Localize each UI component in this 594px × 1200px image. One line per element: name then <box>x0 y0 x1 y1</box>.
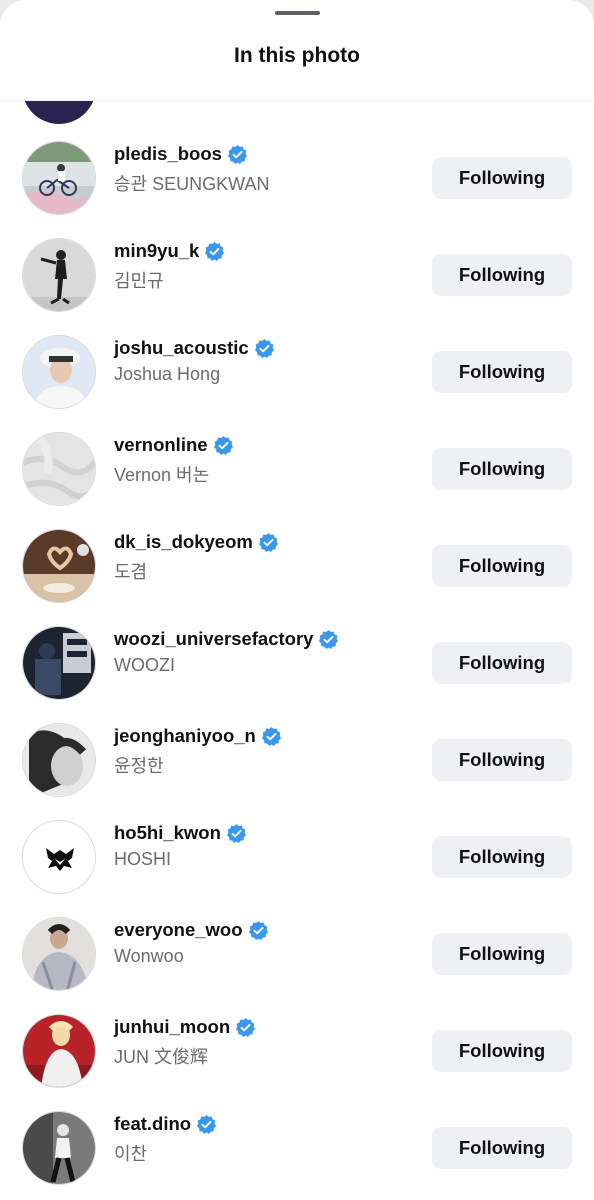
user-names: min9yu_k 김민규 <box>114 238 414 293</box>
username[interactable]: jeonghaniyoo_n <box>114 725 256 747</box>
following-button[interactable]: Following <box>432 351 572 393</box>
full-name: 이찬 <box>114 1144 148 1164</box>
avatar[interactable] <box>22 917 96 991</box>
list-item[interactable]: joshu_acoustic Joshua Hong Following <box>0 335 594 432</box>
full-name: Wonwoo <box>114 946 184 966</box>
avatar[interactable] <box>22 723 96 797</box>
following-button[interactable]: Following <box>432 836 572 878</box>
following-button[interactable]: Following <box>432 448 572 490</box>
list-item[interactable]: feat.dino 이찬 Following <box>0 1111 594 1200</box>
user-names: pledis_boos 승관 SEUNGKWAN <box>114 141 414 196</box>
full-name: HOSHI <box>114 849 172 869</box>
avatar[interactable] <box>22 141 96 215</box>
username[interactable]: min9yu_k <box>114 240 199 262</box>
verified-badge-icon <box>213 435 233 455</box>
user-names: vernonline Vernon 버논 <box>114 432 414 487</box>
avatar[interactable] <box>22 432 96 506</box>
list-item[interactable]: vernonline Vernon 버논 Following <box>0 432 594 529</box>
list-item[interactable]: woozi_universefactory WOOZI Following <box>0 626 594 723</box>
following-button[interactable]: Following <box>432 642 572 684</box>
following-button[interactable]: Following <box>432 739 572 781</box>
username[interactable]: woozi_universefactory <box>114 628 313 650</box>
full-name: 승관 SEUNGKWAN <box>114 174 270 194</box>
verified-badge-icon <box>248 920 268 940</box>
user-names: feat.dino 이찬 <box>114 1111 414 1166</box>
full-name: Joshua Hong <box>114 364 221 384</box>
verified-badge-icon <box>254 338 274 358</box>
tagged-people-sheet: pledis_boos 승관 SEUNGKWAN Following min9y… <box>0 0 594 1200</box>
list-item[interactable]: dk_is_dokyeom 도겸 Following <box>0 529 594 626</box>
avatar[interactable] <box>22 335 96 409</box>
user-names: everyone_woo Wonwoo <box>114 917 414 967</box>
username[interactable]: junhui_moon <box>114 1016 230 1038</box>
following-button[interactable]: Following <box>432 1127 572 1169</box>
full-name: 윤정한 <box>114 756 164 776</box>
avatar[interactable] <box>22 529 96 603</box>
username[interactable]: feat.dino <box>114 1113 191 1135</box>
avatar[interactable] <box>22 820 96 894</box>
username[interactable]: pledis_boos <box>114 143 222 165</box>
page-title: In this photo <box>234 44 360 67</box>
verified-badge-icon <box>205 241 225 261</box>
list-item[interactable]: everyone_woo Wonwoo Following <box>0 917 594 1014</box>
full-name: Vernon 버논 <box>114 465 210 485</box>
full-name: JUN 文俊辉 <box>114 1047 208 1067</box>
full-name: WOOZI <box>114 655 175 675</box>
user-names: jeonghaniyoo_n 윤정한 <box>114 723 414 778</box>
username[interactable]: ho5hi_kwon <box>114 822 221 844</box>
following-button[interactable]: Following <box>432 933 572 975</box>
avatar[interactable] <box>22 1111 96 1185</box>
avatar[interactable] <box>22 626 96 700</box>
full-name: 김민규 <box>114 271 164 291</box>
user-names: ho5hi_kwon HOSHI <box>114 820 414 870</box>
following-button[interactable]: Following <box>432 545 572 587</box>
avatar[interactable] <box>22 238 96 312</box>
verified-badge-icon <box>258 532 278 552</box>
following-button[interactable]: Following <box>432 157 572 199</box>
username[interactable]: everyone_woo <box>114 919 243 941</box>
sheet-header: In this photo <box>0 0 594 101</box>
verified-badge-icon <box>236 1017 256 1037</box>
list-item[interactable]: min9yu_k 김민규 Following <box>0 238 594 335</box>
user-names: joshu_acoustic Joshua Hong <box>114 335 414 385</box>
user-names: woozi_universefactory WOOZI <box>114 626 414 676</box>
full-name: 도겸 <box>114 562 148 582</box>
username[interactable]: dk_is_dokyeom <box>114 531 253 553</box>
tiger-logo-icon <box>23 821 95 893</box>
user-names: junhui_moon JUN 文俊辉 <box>114 1014 414 1069</box>
list-item[interactable]: pledis_boos 승관 SEUNGKWAN Following <box>0 141 594 238</box>
verified-badge-icon <box>226 823 246 843</box>
list-item[interactable]: jeonghaniyoo_n 윤정한 Following <box>0 723 594 820</box>
username[interactable]: joshu_acoustic <box>114 337 249 359</box>
avatar[interactable] <box>22 1014 96 1088</box>
username[interactable]: vernonline <box>114 434 208 456</box>
user-names: dk_is_dokyeom 도겸 <box>114 529 414 584</box>
verified-badge-icon <box>319 629 339 649</box>
list-item[interactable]: ho5hi_kwon HOSHI Following <box>0 820 594 917</box>
drag-handle[interactable] <box>275 11 320 15</box>
following-button[interactable]: Following <box>432 254 572 296</box>
following-button[interactable]: Following <box>432 1030 572 1072</box>
verified-badge-icon <box>227 144 247 164</box>
verified-badge-icon <box>197 1114 217 1134</box>
verified-badge-icon <box>261 726 281 746</box>
list-item[interactable]: junhui_moon JUN 文俊辉 Following <box>0 1014 594 1111</box>
